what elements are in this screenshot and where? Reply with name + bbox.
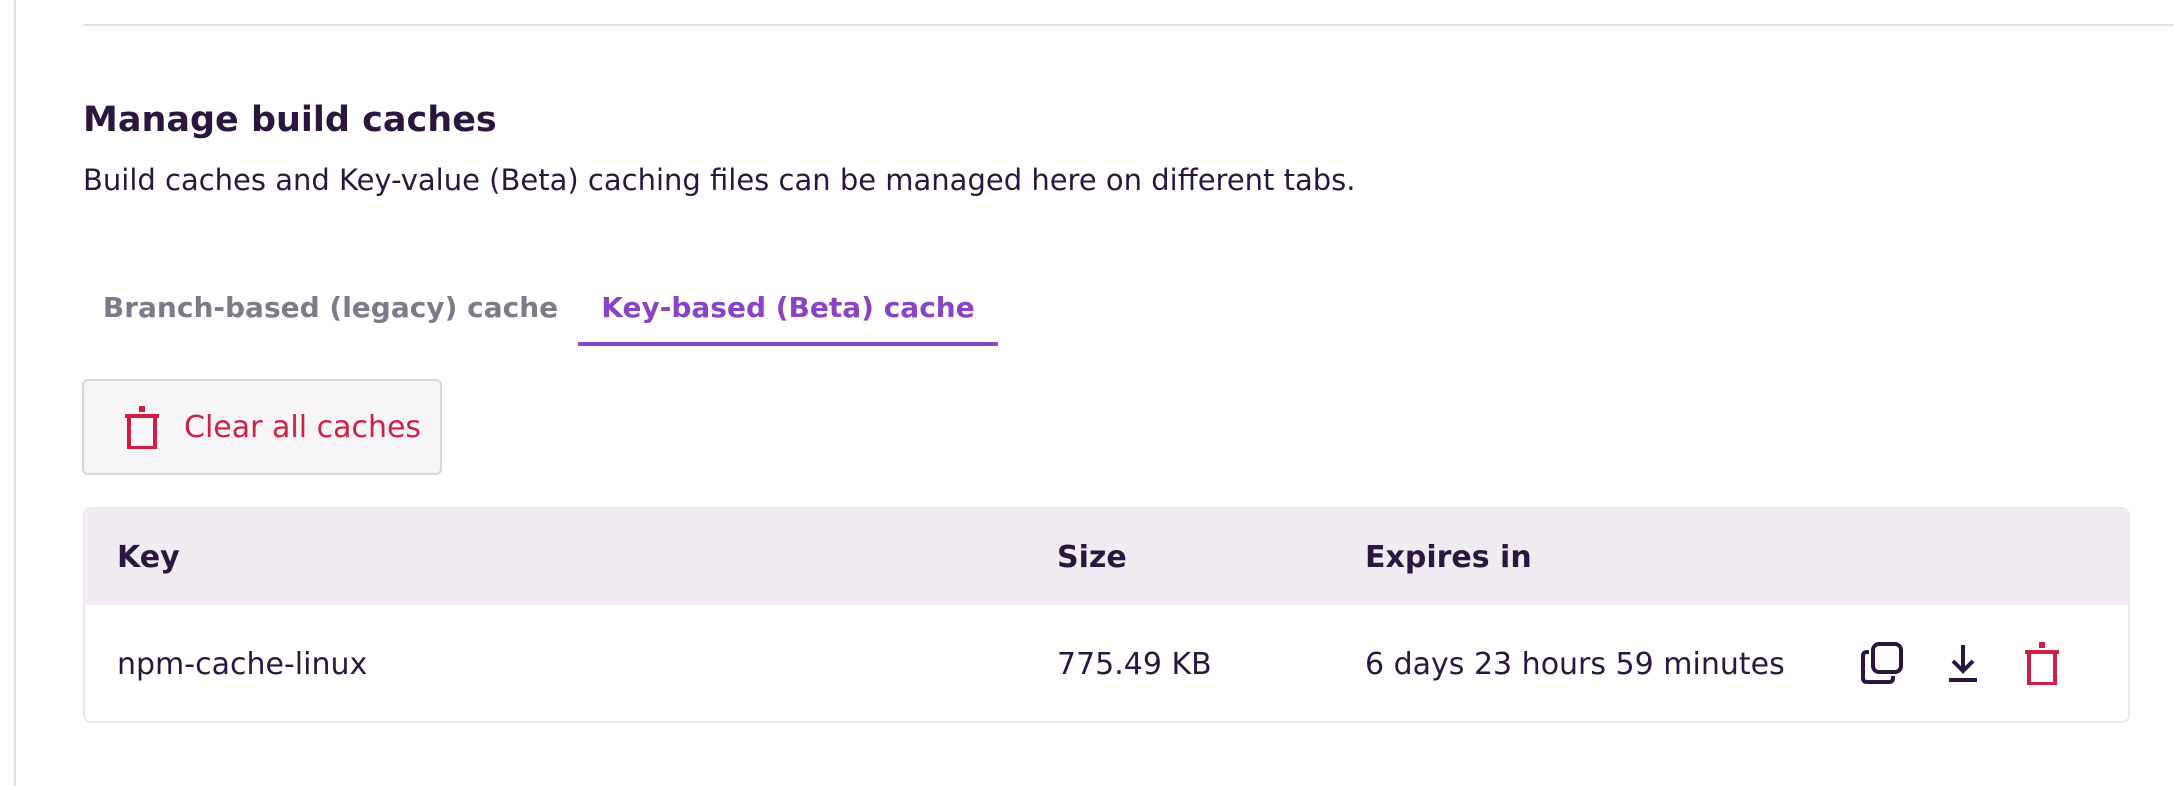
section-divider xyxy=(83,24,2174,26)
column-header-size: Size xyxy=(1057,539,1127,575)
copy-key-button[interactable] xyxy=(1854,635,1910,691)
download-cache-button[interactable] xyxy=(1935,635,1991,691)
cache-key: npm-cache-linux xyxy=(117,646,368,682)
cache-expires: 6 days 23 hours 59 minutes xyxy=(1365,646,1785,682)
clear-all-caches-label: Clear all caches xyxy=(184,409,422,445)
tab-key-based-cache[interactable]: Key-based (Beta) cache xyxy=(578,268,998,346)
page-title: Manage build caches xyxy=(83,100,497,140)
page-description: Build caches and Key-value (Beta) cachin… xyxy=(83,163,1356,197)
trash-icon xyxy=(2025,642,2059,685)
cache-size: 775.49 KB xyxy=(1057,646,1212,682)
table-row: npm-cache-linux 775.49 KB 6 days 23 hour… xyxy=(85,605,2128,721)
download-icon xyxy=(1949,645,1977,682)
column-header-expires: Expires in xyxy=(1365,539,1532,575)
table-header: Key Size Expires in xyxy=(85,509,2128,605)
delete-cache-button[interactable] xyxy=(2014,635,2070,691)
copy-icon xyxy=(1861,642,1903,684)
clear-all-caches-button[interactable]: Clear all caches xyxy=(82,379,442,475)
tab-branch-based-cache[interactable]: Branch-based (legacy) cache xyxy=(83,268,578,346)
cache-tabs: Branch-based (legacy) cache Key-based (B… xyxy=(83,268,998,346)
column-header-key: Key xyxy=(117,539,180,575)
cache-table: Key Size Expires in npm-cache-linux 775.… xyxy=(83,507,2130,723)
trash-icon xyxy=(124,405,160,450)
left-panel-border xyxy=(0,0,16,786)
